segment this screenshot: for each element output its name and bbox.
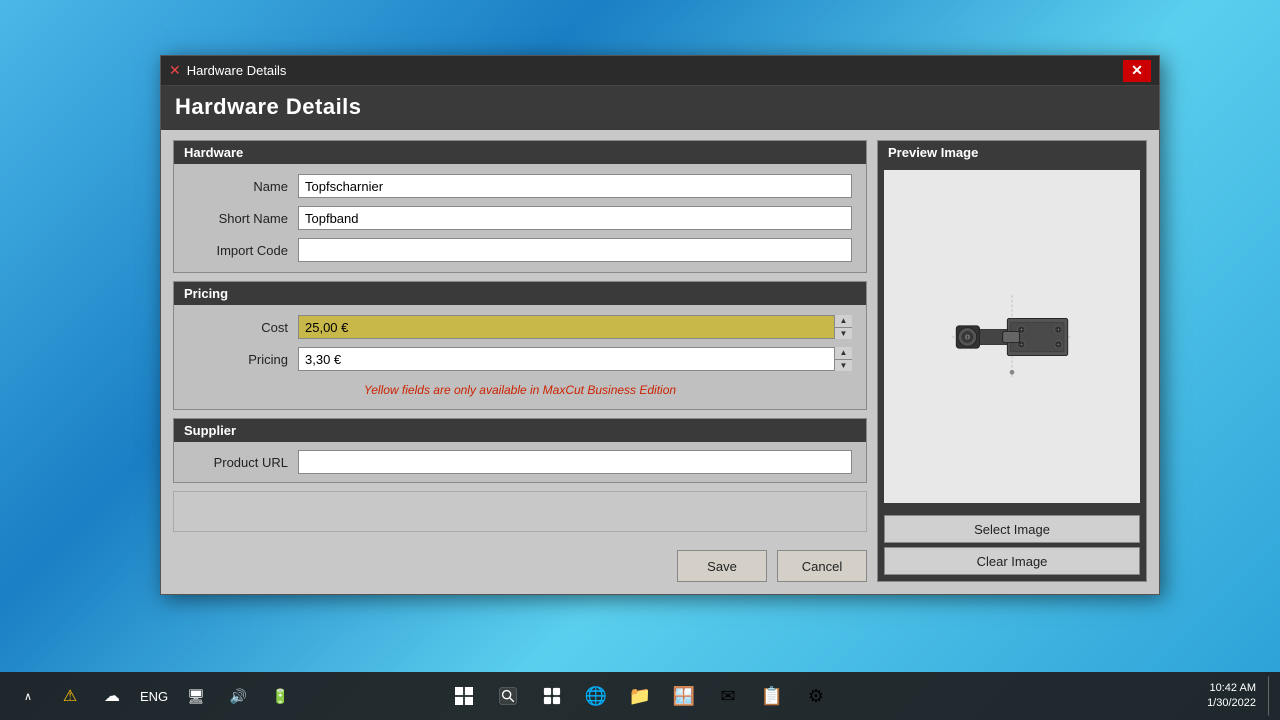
hardware-details-window: ✕ Hardware Details ✕ Hardware Details Ha… <box>160 55 1160 595</box>
pricing-section-body: Cost ▲ ▼ Pricing <box>174 305 866 409</box>
pricing-section: Pricing Cost ▲ ▼ <box>173 281 867 410</box>
cost-label: Cost <box>188 320 298 335</box>
settings-button[interactable]: ⚙ <box>796 676 836 716</box>
clock-date: 1/30/2022 <box>1207 696 1256 711</box>
pricing-spinner-wrapper: ▲ ▼ <box>298 347 852 371</box>
lang-indicator: ENG <box>134 689 174 704</box>
close-button[interactable]: ✕ <box>1123 60 1151 82</box>
hinge-image <box>947 287 1077 387</box>
cancel-button[interactable]: Cancel <box>777 550 867 582</box>
name-row: Name <box>188 174 852 198</box>
content-area: Hardware Name Short Name Import Code <box>173 140 1147 582</box>
cost-increment-button[interactable]: ▲ <box>835 315 852 328</box>
window-body: Hardware Details Hardware Name Short Nam… <box>161 86 1159 594</box>
titlebar: ✕ Hardware Details ✕ <box>161 56 1159 86</box>
battery-icon[interactable]: 🔋 <box>260 676 300 716</box>
import-code-label: Import Code <box>188 243 298 258</box>
mail-button[interactable]: ✉ <box>708 676 748 716</box>
supplier-section: Supplier Product URL <box>173 418 867 483</box>
hardware-section: Hardware Name Short Name Import Code <box>173 140 867 273</box>
short-name-row: Short Name <box>188 206 852 230</box>
app1-button[interactable]: 📋 <box>752 676 792 716</box>
spacer <box>173 491 867 532</box>
cost-spinner-wrapper: ▲ ▼ <box>298 315 852 339</box>
taskbar-left: ∧ ⚠ ☁ ENG 🖥 🔊 🔋 <box>8 676 300 716</box>
warning-text: Yellow fields are only available in MaxC… <box>188 379 852 399</box>
search-button[interactable] <box>488 676 528 716</box>
pricing-spinner-buttons: ▲ ▼ <box>834 347 852 371</box>
product-url-input[interactable] <box>298 450 852 474</box>
hardware-section-header: Hardware <box>174 141 866 164</box>
edge-button[interactable]: 🌐 <box>576 676 616 716</box>
supplier-section-body: Product URL <box>174 442 866 482</box>
select-image-button[interactable]: Select Image <box>884 515 1140 543</box>
supplier-section-header: Supplier <box>174 419 866 442</box>
clock[interactable]: 10:42 AM 1/30/2022 <box>1201 681 1262 712</box>
import-code-input[interactable] <box>298 238 852 262</box>
folder-button[interactable]: 📁 <box>620 676 660 716</box>
cost-row: Cost ▲ ▼ <box>188 315 852 339</box>
titlebar-title: Hardware Details <box>187 63 287 78</box>
preview-section: Preview Image <box>877 140 1147 582</box>
product-url-row: Product URL <box>188 450 852 474</box>
cost-input[interactable] <box>298 315 852 339</box>
bottom-buttons: Save Cancel <box>173 540 867 582</box>
import-code-row: Import Code <box>188 238 852 262</box>
cloud-icon[interactable]: ☁ <box>92 676 132 716</box>
hardware-section-body: Name Short Name Import Code <box>174 164 866 272</box>
taskbar-right: 10:42 AM 1/30/2022 <box>1201 676 1272 716</box>
cost-spinner-buttons: ▲ ▼ <box>834 315 852 339</box>
pricing-decrement-button[interactable]: ▼ <box>835 360 852 372</box>
taskbar-center: 🌐 📁 🪟 ✉ 📋 ⚙ <box>444 676 836 716</box>
clear-image-button[interactable]: Clear Image <box>884 547 1140 575</box>
pricing-label: Pricing <box>188 352 298 367</box>
name-label: Name <box>188 179 298 194</box>
volume-icon[interactable]: 🔊 <box>218 676 258 716</box>
pricing-section-header: Pricing <box>174 282 866 305</box>
clock-time: 10:42 AM <box>1207 681 1256 696</box>
short-name-label: Short Name <box>188 211 298 226</box>
page-title: Hardware Details <box>161 86 1159 130</box>
titlebar-left: ✕ Hardware Details <box>169 62 286 79</box>
window-icon: ✕ <box>169 62 181 79</box>
system-tray-chevron[interactable]: ∧ <box>8 676 48 716</box>
taskview-button[interactable] <box>532 676 572 716</box>
name-input[interactable] <box>298 174 852 198</box>
product-url-label: Product URL <box>188 455 298 470</box>
cost-decrement-button[interactable]: ▼ <box>835 328 852 340</box>
monitor-icon[interactable]: 🖥 <box>176 676 216 716</box>
save-button[interactable]: Save <box>677 550 767 582</box>
pricing-input[interactable] <box>298 347 852 371</box>
store-button[interactable]: 🪟 <box>664 676 704 716</box>
left-panel: Hardware Name Short Name Import Code <box>173 140 867 582</box>
preview-buttons: Select Image Clear Image <box>878 509 1146 581</box>
warning-icon[interactable]: ⚠ <box>50 676 90 716</box>
show-desktop-button[interactable] <box>1268 676 1272 716</box>
preview-header: Preview Image <box>878 141 1146 164</box>
pricing-increment-button[interactable]: ▲ <box>835 347 852 360</box>
right-panel: Preview Image <box>877 140 1147 582</box>
start-button[interactable] <box>444 676 484 716</box>
pricing-row: Pricing ▲ ▼ <box>188 347 852 371</box>
preview-image-container <box>884 170 1140 503</box>
short-name-input[interactable] <box>298 206 852 230</box>
taskbar: ∧ ⚠ ☁ ENG 🖥 🔊 🔋 <box>0 672 1280 720</box>
